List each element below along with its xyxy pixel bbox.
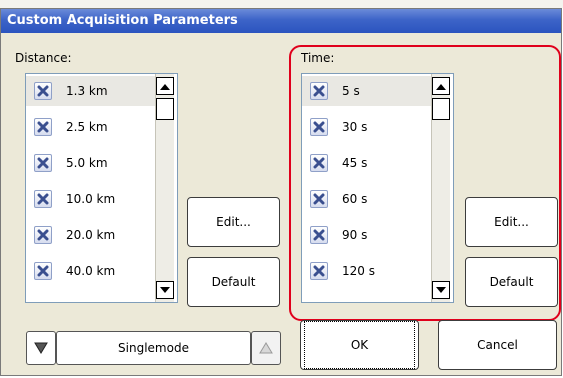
distance-edit-button[interactable]: Edit... [187, 197, 280, 247]
checkbox-x-icon[interactable] [34, 190, 52, 208]
list-item[interactable]: 10.0 km [26, 184, 155, 214]
distance-edit-label: Edit... [216, 215, 251, 229]
mode-next-button[interactable] [251, 331, 281, 365]
time-highlight-box [289, 45, 561, 321]
checkbox-x-icon[interactable] [34, 226, 52, 244]
arrow-down-icon [160, 286, 170, 293]
distance-list[interactable]: 1.3 km 2.5 km 5.0 km 10.0 km 20.0 km 40.… [25, 73, 178, 303]
distance-item-label: 1.3 km [66, 84, 108, 98]
mode-select[interactable]: Singlemode [56, 331, 251, 365]
distance-item-label: 5.0 km [66, 156, 108, 170]
distance-item-label: 10.0 km [66, 192, 116, 206]
distance-item-label: 20.0 km [66, 228, 116, 242]
cancel-label: Cancel [477, 338, 518, 352]
list-item[interactable]: 2.5 km [26, 112, 155, 142]
dialog-title: Custom Acquisition Parameters [1, 9, 561, 33]
ok-button[interactable]: OK [300, 320, 419, 370]
mode-value: Singlemode [118, 341, 189, 355]
list-item[interactable]: 40.0 km [26, 256, 155, 286]
checkbox-x-icon[interactable] [34, 118, 52, 136]
ok-focus-ring: OK [304, 321, 415, 369]
checkbox-x-icon[interactable] [34, 262, 52, 280]
distance-label: Distance: [15, 51, 72, 65]
distance-scrollbar[interactable] [155, 74, 174, 302]
distance-item-label: 2.5 km [66, 120, 108, 134]
checkbox-x-icon[interactable] [34, 154, 52, 172]
acquisition-dialog: Custom Acquisition Parameters Distance: … [0, 8, 562, 376]
triangle-down-icon [34, 342, 48, 354]
list-item[interactable]: 20.0 km [26, 220, 155, 250]
list-item[interactable]: 1.3 km [26, 76, 155, 106]
top-strip [0, 0, 563, 8]
scroll-thumb[interactable] [156, 98, 174, 120]
mode-prev-button[interactable] [26, 331, 56, 365]
arrow-up-icon [160, 83, 170, 90]
distance-default-label: Default [211, 275, 256, 289]
list-item[interactable]: 5.0 km [26, 148, 155, 178]
distance-default-button[interactable]: Default [187, 257, 280, 307]
checkbox-x-icon[interactable] [34, 82, 52, 100]
scroll-down-button[interactable] [156, 281, 174, 299]
ok-label: OK [350, 338, 369, 352]
scroll-up-button[interactable] [156, 77, 174, 95]
triangle-up-icon [259, 342, 273, 354]
cancel-button[interactable]: Cancel [438, 320, 557, 370]
distance-item-label: 40.0 km [66, 264, 116, 278]
